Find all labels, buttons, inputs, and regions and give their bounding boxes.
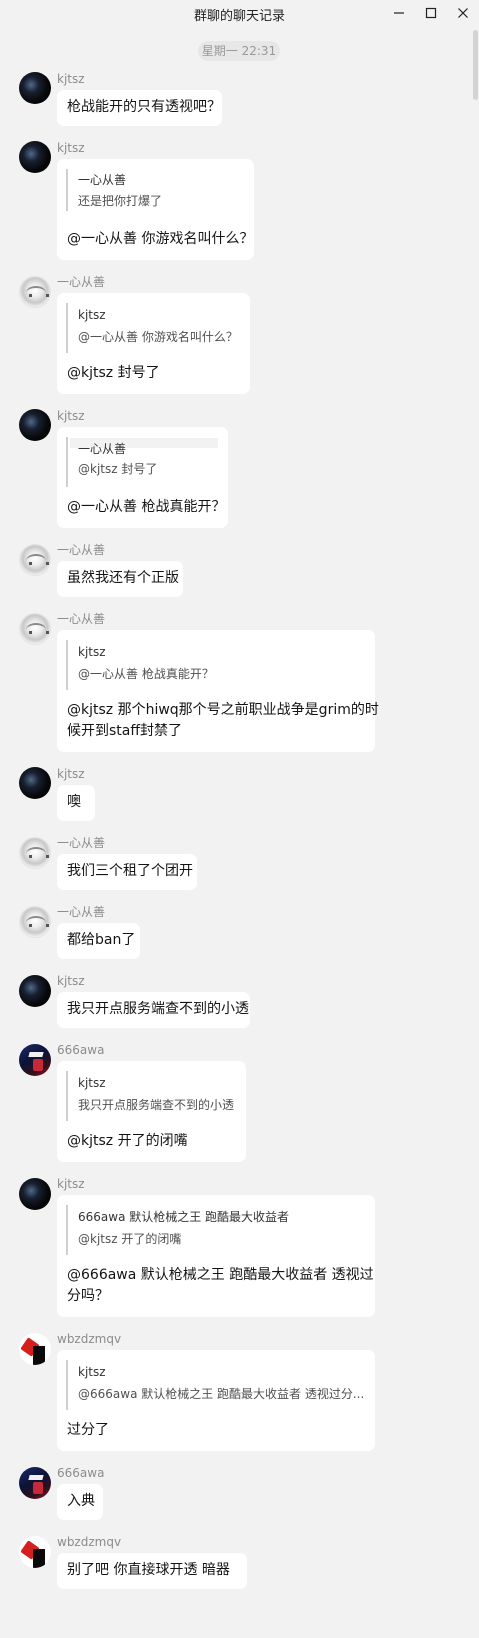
message-bubble[interactable]: kjtsz @一心从善 你游戏名叫什么？ @kjtsz 封号了 xyxy=(57,293,250,394)
quote-text: @一心从善 枪战真能开？ xyxy=(78,667,214,681)
avatar[interactable] xyxy=(19,72,51,104)
message-text-line: 分吗？ xyxy=(67,1288,109,1304)
avatar[interactable] xyxy=(19,276,51,308)
sender-name: kjtsz xyxy=(57,767,85,781)
quote-block[interactable]: kjtsz @666awa 默认枪械之王 跑酷最大收益者 透视过分... xyxy=(66,1360,368,1410)
message-text: @kjtsz 开了的闭嘴 xyxy=(67,1133,188,1149)
message-text: 我只开点服务端查不到的小透 xyxy=(67,1001,249,1017)
message-text: 虽然我还有个正版 xyxy=(67,570,179,586)
avatar[interactable] xyxy=(19,544,51,576)
sender-name: 666awa xyxy=(57,1043,105,1057)
sender-name: 一心从善 xyxy=(57,612,106,626)
sender-name: kjtsz xyxy=(57,141,85,155)
scrollbar-thumb[interactable] xyxy=(473,30,478,100)
avatar[interactable] xyxy=(19,613,51,645)
message-text: 入典 xyxy=(67,1493,95,1509)
scrollbar-track[interactable] xyxy=(471,30,479,1638)
avatar[interactable] xyxy=(19,906,51,938)
message-bubble[interactable]: 我们三个租了个团开 xyxy=(57,854,197,890)
title-bar: 群聊的聊天记录 xyxy=(0,0,479,26)
sender-name: kjtsz xyxy=(57,72,85,86)
message-bubble[interactable]: 666awa 默认枪械之王 跑酷最大收益者 @kjtsz 开了的闭嘴 @666a… xyxy=(57,1195,375,1317)
message-text: @一心从善 你游戏名叫什么？ xyxy=(67,231,254,247)
message-text-line: @kjtsz 那个hiwq那个号之前职业战争是grim的时 xyxy=(67,702,379,718)
message-text: 噢 xyxy=(67,794,81,810)
message-bubble[interactable]: 别了吧 你直接球开透 暗器 xyxy=(57,1553,247,1589)
sender-name: 一心从善 xyxy=(57,905,106,919)
message-text: 枪战能开的只有透视吧？ xyxy=(67,99,221,115)
message-text: 都给ban了 xyxy=(67,932,136,948)
avatar[interactable] xyxy=(19,767,51,799)
sender-name: 一心从善 xyxy=(57,275,106,289)
quote-author: kjtsz xyxy=(78,1076,106,1090)
message-bubble[interactable]: 入典 xyxy=(57,1484,103,1520)
minimize-button[interactable] xyxy=(384,2,414,24)
quote-text: 我只开点服务端查不到的小透 xyxy=(78,1098,235,1112)
message-bubble[interactable]: kjtsz @一心从善 枪战真能开？ @kjtsz 那个hiwq那个号之前职业战… xyxy=(57,630,379,752)
avatar[interactable] xyxy=(19,1333,51,1365)
message-text: @kjtsz 封号了 xyxy=(67,365,160,381)
maximize-button[interactable] xyxy=(416,2,446,24)
message-text: @一心从善 枪战真能开？ xyxy=(67,499,226,515)
avatar[interactable] xyxy=(19,1536,51,1568)
quote-author: kjtsz xyxy=(78,308,106,322)
avatar[interactable] xyxy=(19,1178,51,1210)
message-text-line: 候开到staff封禁了 xyxy=(67,723,183,739)
quote-text: @kjtsz 开了的闭嘴 xyxy=(78,1232,182,1246)
quote-block[interactable]: 一心从善 @kjtsz 封号了 xyxy=(66,437,220,487)
quote-author: 一心从善 xyxy=(78,442,127,456)
message-bubble[interactable]: 都给ban了 xyxy=(57,923,140,959)
avatar[interactable] xyxy=(19,837,51,869)
close-icon xyxy=(458,8,468,18)
message-bubble[interactable]: 一心从善 还是把你打爆了 @一心从善 你游戏名叫什么？ xyxy=(57,159,254,260)
sender-name: 一心从善 xyxy=(57,836,106,850)
quote-text: @666awa 默认枪械之王 跑酷最大收益者 透视过分... xyxy=(78,1387,365,1401)
message-text: 我们三个租了个团开 xyxy=(67,863,193,879)
quote-author: 一心从善 xyxy=(78,173,127,187)
message-text: 别了吧 你直接球开透 暗器 xyxy=(67,1562,230,1578)
minimize-icon xyxy=(394,12,404,14)
avatar[interactable] xyxy=(19,141,51,173)
quote-text: @一心从善 你游戏名叫什么？ xyxy=(78,330,238,344)
quote-author: 666awa 默认枪械之王 跑酷最大收益者 xyxy=(78,1210,290,1224)
sender-name: kjtsz xyxy=(57,1177,85,1191)
avatar[interactable] xyxy=(19,1467,51,1499)
message-bubble[interactable]: kjtsz @666awa 默认枪械之王 跑酷最大收益者 透视过分... 过分了 xyxy=(57,1350,375,1451)
message-bubble[interactable]: 枪战能开的只有透视吧？ xyxy=(57,90,222,126)
message-text: 过分了 xyxy=(67,1422,109,1438)
sender-name: 666awa xyxy=(57,1466,105,1480)
message-bubble[interactable]: 虽然我还有个正版 xyxy=(57,561,183,597)
message-text-line: @666awa 默认枪械之王 跑酷最大收益者 透视过 xyxy=(67,1267,374,1283)
close-button[interactable] xyxy=(448,2,478,24)
message-bubble[interactable]: 噢 xyxy=(57,785,95,821)
sender-name: wbzdzmqv xyxy=(57,1332,122,1346)
quote-block[interactable]: 666awa 默认枪械之王 跑酷最大收益者 @kjtsz 开了的闭嘴 xyxy=(66,1205,368,1255)
quote-block[interactable]: 一心从善 还是把你打爆了 xyxy=(66,169,248,211)
message-bubble[interactable]: 一心从善 @kjtsz 封号了 @一心从善 枪战真能开？ xyxy=(57,427,228,528)
quote-author: kjtsz xyxy=(78,1365,106,1379)
quote-block[interactable]: kjtsz @一心从善 枪战真能开？ xyxy=(66,640,368,690)
quote-text: 还是把你打爆了 xyxy=(78,194,163,208)
sender-name: wbzdzmqv xyxy=(57,1535,122,1549)
avatar[interactable] xyxy=(19,975,51,1007)
sender-name: kjtsz xyxy=(57,974,85,988)
message-bubble[interactable]: 我只开点服务端查不到的小透 xyxy=(57,992,250,1028)
avatar[interactable] xyxy=(19,1044,51,1076)
avatar[interactable] xyxy=(19,409,51,441)
sender-name: 一心从善 xyxy=(57,543,106,557)
maximize-icon xyxy=(425,7,437,19)
timestamp-label: 星期一 22:31 xyxy=(198,41,280,61)
chat-history-window: 群聊的聊天记录 星期一 22:31 kjtsz 枪战能开的只有透视吧？ kjts… xyxy=(0,0,479,1638)
sender-name: kjtsz xyxy=(57,409,85,423)
quote-block[interactable]: kjtsz 我只开点服务端查不到的小透 xyxy=(66,1071,240,1121)
quote-block[interactable]: kjtsz @一心从善 你游戏名叫什么？ xyxy=(66,303,243,353)
message-bubble[interactable]: kjtsz 我只开点服务端查不到的小透 @kjtsz 开了的闭嘴 xyxy=(57,1061,246,1162)
quote-text: @kjtsz 封号了 xyxy=(78,462,158,476)
quote-author: kjtsz xyxy=(78,645,106,659)
